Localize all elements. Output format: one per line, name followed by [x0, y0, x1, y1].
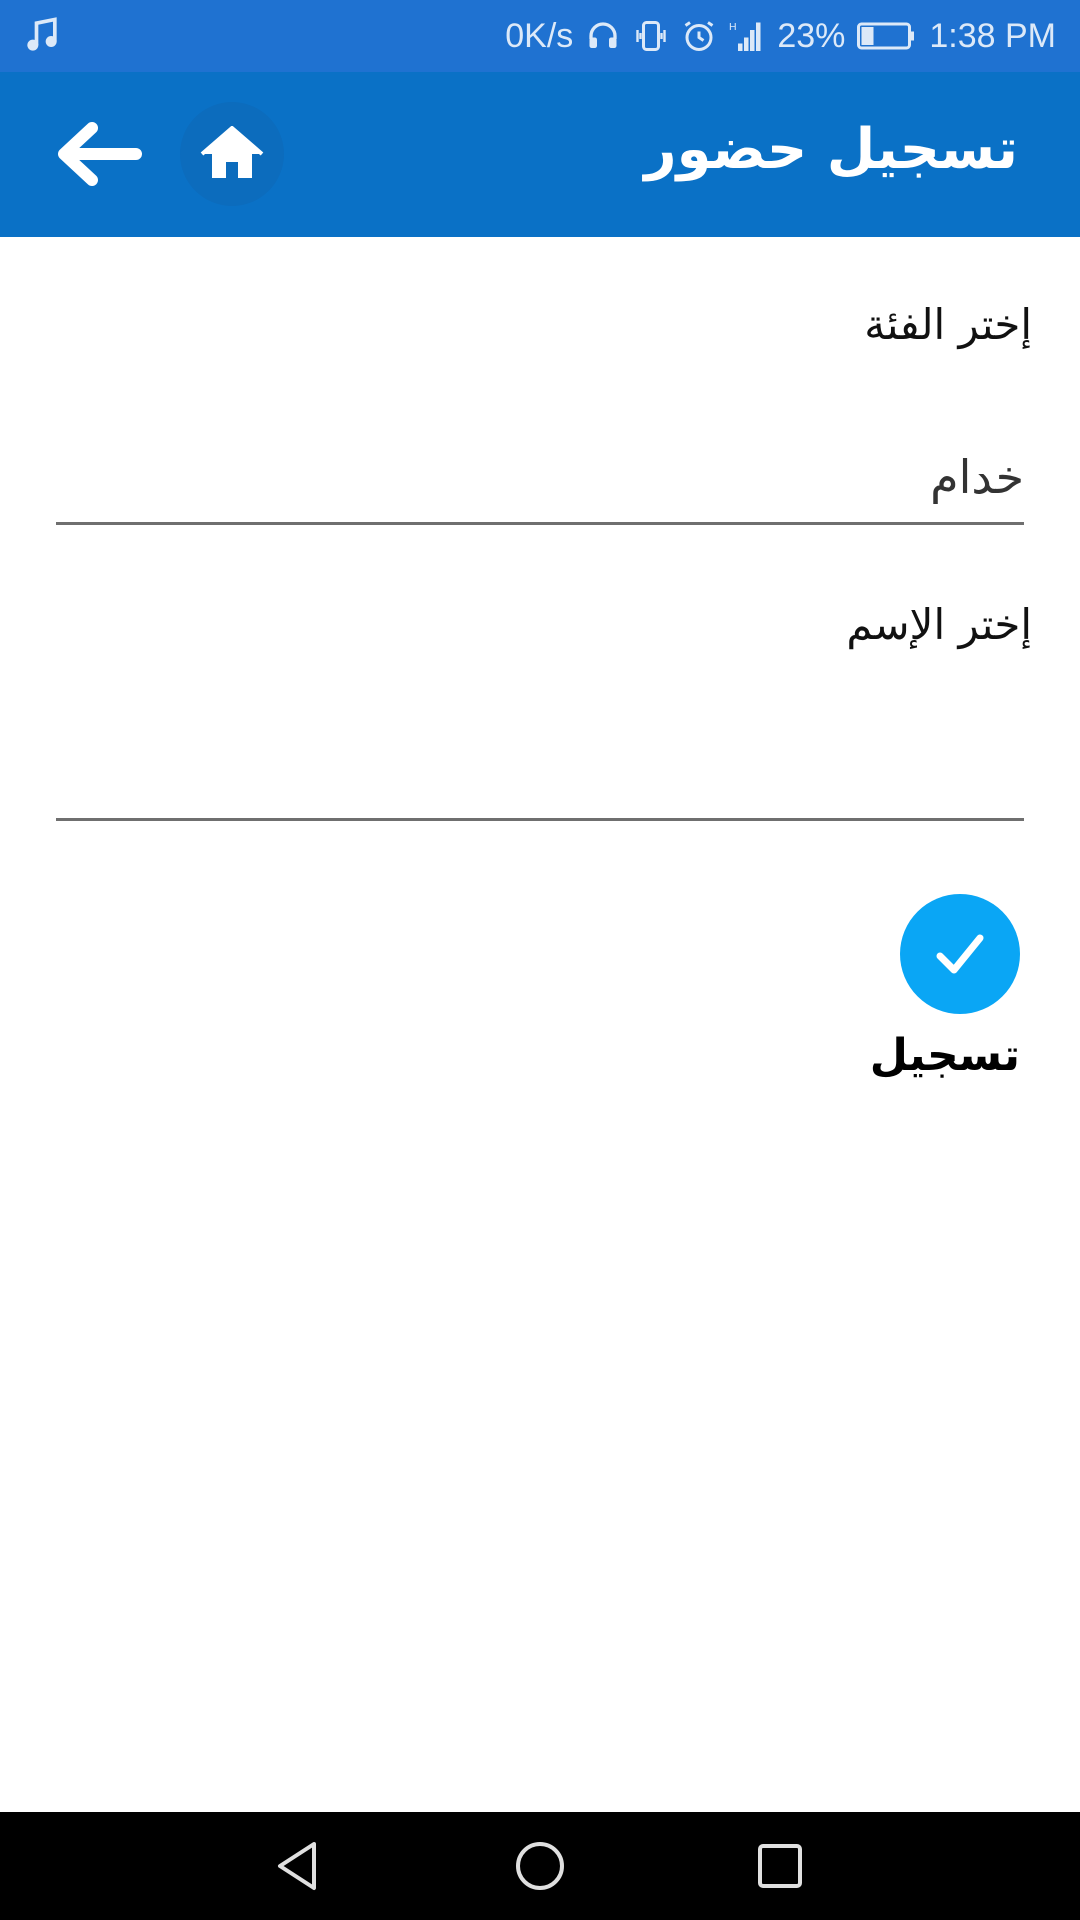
music-note-icon — [27, 17, 57, 51]
nav-home-icon[interactable] — [508, 1834, 572, 1898]
app-bar: تسجيل حضور — [0, 72, 1080, 237]
net-speed: 0K/s — [505, 16, 574, 55]
category-spinner[interactable]: خدام — [56, 440, 1024, 525]
page-title: تسجيل حضور — [644, 117, 1018, 182]
name-spinner[interactable] — [56, 740, 1024, 821]
status-icons: 0K/s H 23% 1:38 PM — [505, 0, 1056, 72]
home-button[interactable] — [180, 102, 284, 206]
signal-icon: H — [729, 21, 761, 51]
status-bar: 0K/s H 23% 1:38 PM — [0, 0, 1080, 72]
register-label: تسجيل — [869, 1030, 1020, 1081]
register-button[interactable] — [900, 894, 1020, 1014]
nav-back-icon[interactable] — [266, 1834, 330, 1898]
navigation-bar — [0, 1812, 1080, 1920]
vibrate-icon — [636, 21, 667, 51]
arrow-left-icon[interactable] — [52, 118, 144, 190]
alarm-icon — [684, 21, 714, 51]
battery-icon — [857, 22, 915, 50]
category-label: إختر الفئة — [864, 300, 1032, 349]
nav-recents-icon[interactable] — [748, 1834, 812, 1898]
category-value: خدام — [930, 450, 1024, 504]
check-icon — [936, 934, 984, 974]
home-icon — [200, 126, 264, 178]
svg-text:H: H — [729, 21, 737, 33]
clock: 1:38 PM — [929, 16, 1056, 55]
headset-icon — [589, 22, 617, 48]
name-label: إختر الإسم — [846, 600, 1032, 649]
battery-percent: 23% — [777, 16, 846, 55]
